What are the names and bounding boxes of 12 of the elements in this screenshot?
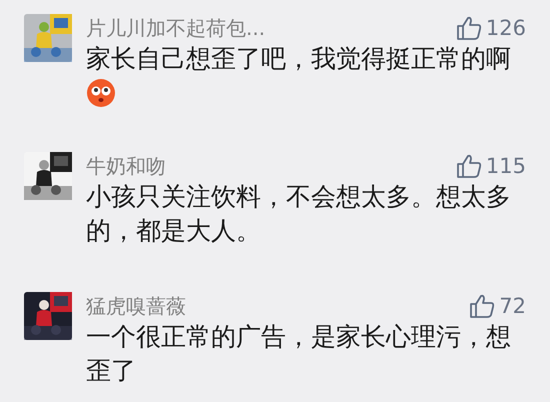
user-name[interactable]: 片儿川加不起荷包... <box>86 14 266 42</box>
user-name[interactable]: 猛虎嗅蔷薇 <box>86 292 186 320</box>
user-name[interactable]: 牛奶和吻 <box>86 152 166 180</box>
like-button[interactable]: 126 <box>456 15 526 41</box>
thumbs-up-icon <box>469 293 496 319</box>
comment-text: 一个很正常的广告，是家长心理污，想歪了 <box>86 322 511 385</box>
like-button[interactable]: 72 <box>469 293 526 319</box>
comment-text: 家长自己想歪了吧，我觉得挺正常的啊 <box>86 44 511 73</box>
like-button[interactable]: 115 <box>456 153 526 179</box>
thumbs-up-icon <box>456 15 482 41</box>
comment-text: 小孩只关注饮料，不会想太多。想太多的，都是大人。 <box>86 182 511 245</box>
thumbs-up-icon <box>456 153 482 179</box>
